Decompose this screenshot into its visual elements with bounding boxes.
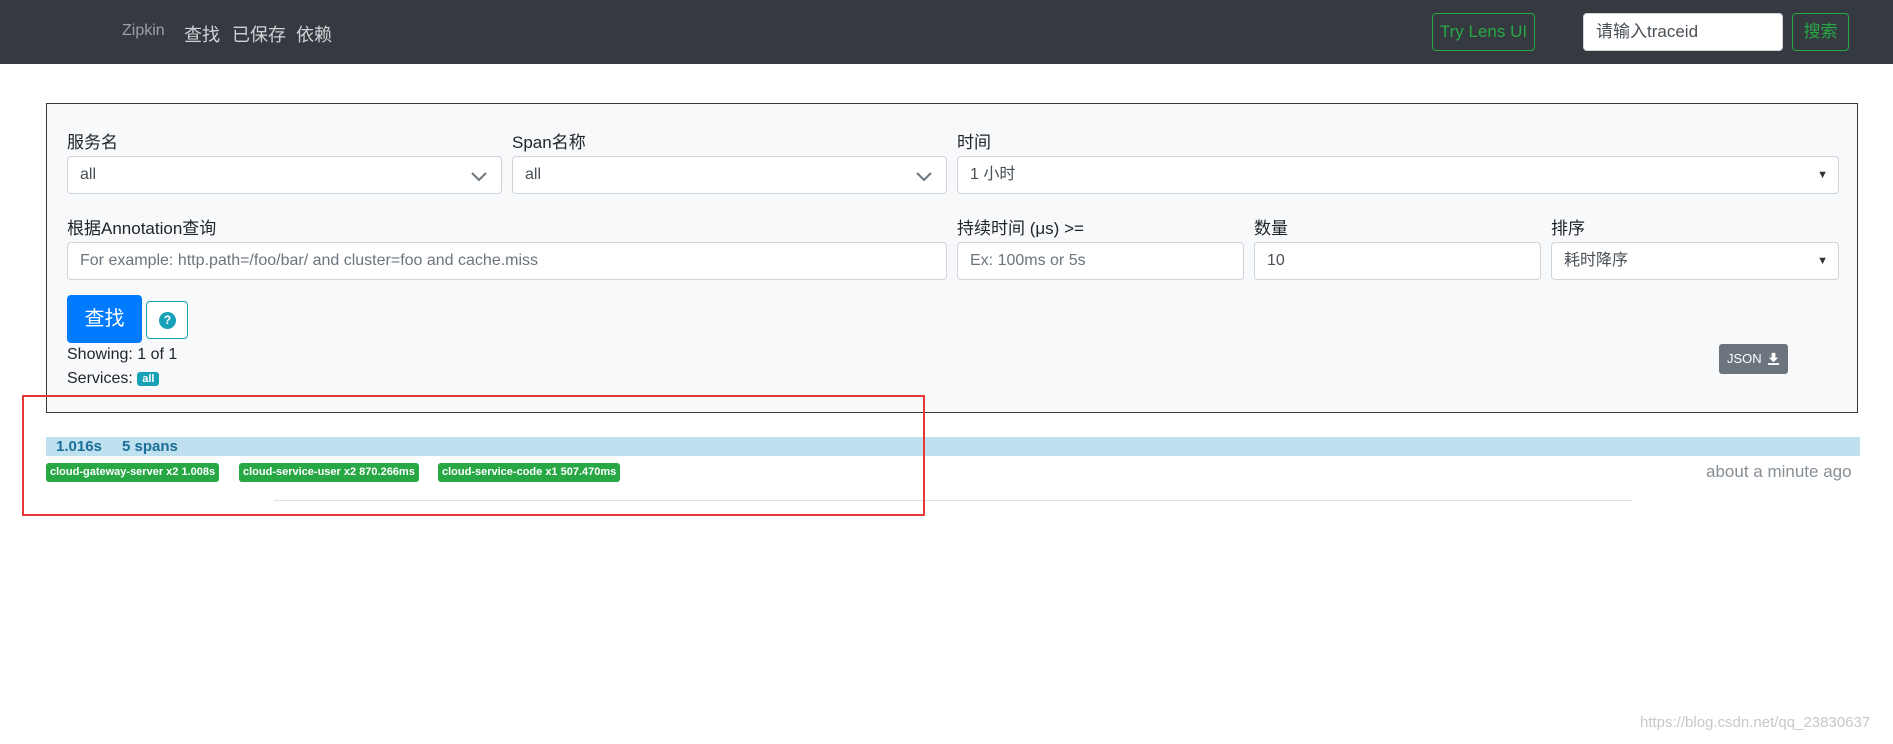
brand-link[interactable]: Zipkin bbox=[122, 22, 165, 40]
service-name-value: all bbox=[80, 166, 97, 183]
trace-timestamp: about a minute ago bbox=[1706, 462, 1852, 481]
min-duration-field[interactable] bbox=[957, 242, 1244, 280]
find-traces-button[interactable]: 查找 bbox=[67, 295, 142, 343]
service-name-label: 服务名 bbox=[67, 133, 118, 152]
annotation-query-label: 根据Annotation查询 bbox=[67, 219, 217, 238]
sort-select[interactable]: 耗时降序 ▼ bbox=[1551, 242, 1839, 280]
sort-value: 耗时降序 bbox=[1564, 252, 1629, 269]
chevron-down-icon bbox=[916, 172, 932, 182]
annotation-highlight-box bbox=[22, 395, 925, 516]
json-download-button[interactable]: JSON bbox=[1719, 344, 1788, 374]
watermark: https://blog.csdn.net/qq_23830637 bbox=[1640, 714, 1871, 731]
span-name-select[interactable]: all bbox=[512, 156, 947, 194]
limit-label: 数量 bbox=[1254, 219, 1288, 238]
showing-count: Showing: 1 of 1 bbox=[67, 346, 178, 363]
span-name-label: Span名称 bbox=[512, 133, 586, 152]
nav-dependencies-link[interactable]: 依赖 bbox=[296, 21, 332, 47]
annotation-query-field[interactable] bbox=[67, 242, 947, 280]
services-filter: Services: all bbox=[67, 370, 160, 388]
services-label: Services: bbox=[67, 370, 133, 387]
time-label: 时间 bbox=[957, 133, 991, 152]
sort-label: 排序 bbox=[1551, 219, 1585, 238]
question-circle-icon: ? bbox=[159, 312, 176, 329]
try-lens-ui-button[interactable]: Try Lens UI bbox=[1432, 13, 1535, 51]
limit-field[interactable]: 10 bbox=[1254, 242, 1541, 280]
annotation-query-input[interactable] bbox=[80, 244, 934, 278]
nav-find-link[interactable]: 查找 bbox=[184, 21, 220, 47]
min-duration-input[interactable] bbox=[970, 244, 1231, 278]
traceid-search-button[interactable]: 搜索 bbox=[1792, 13, 1849, 51]
service-name-select[interactable]: all bbox=[67, 156, 502, 194]
caret-down-icon: ▼ bbox=[1817, 255, 1828, 267]
nav-saved-link[interactable]: 已保存 bbox=[232, 21, 286, 47]
json-button-label: JSON bbox=[1727, 351, 1762, 366]
caret-down-icon: ▼ bbox=[1817, 169, 1828, 181]
services-all-badge: all bbox=[137, 372, 160, 386]
navbar: Zipkin 查找 已保存 依赖 Try Lens UI 搜索 bbox=[0, 0, 1893, 64]
traceid-search-input[interactable] bbox=[1583, 13, 1783, 51]
time-range-value: 1 小时 bbox=[970, 166, 1016, 183]
chevron-down-icon bbox=[471, 172, 487, 182]
limit-value: 10 bbox=[1267, 252, 1285, 269]
min-duration-label: 持续时间 (μs) >= bbox=[957, 219, 1084, 238]
download-icon bbox=[1768, 352, 1780, 365]
search-panel: 服务名 all Span名称 all 时间 1 小时 ▼ 根据Annotatio… bbox=[46, 103, 1858, 413]
help-button[interactable]: ? bbox=[146, 301, 188, 339]
time-range-select[interactable]: 1 小时 ▼ bbox=[957, 156, 1839, 194]
span-name-value: all bbox=[525, 166, 542, 183]
